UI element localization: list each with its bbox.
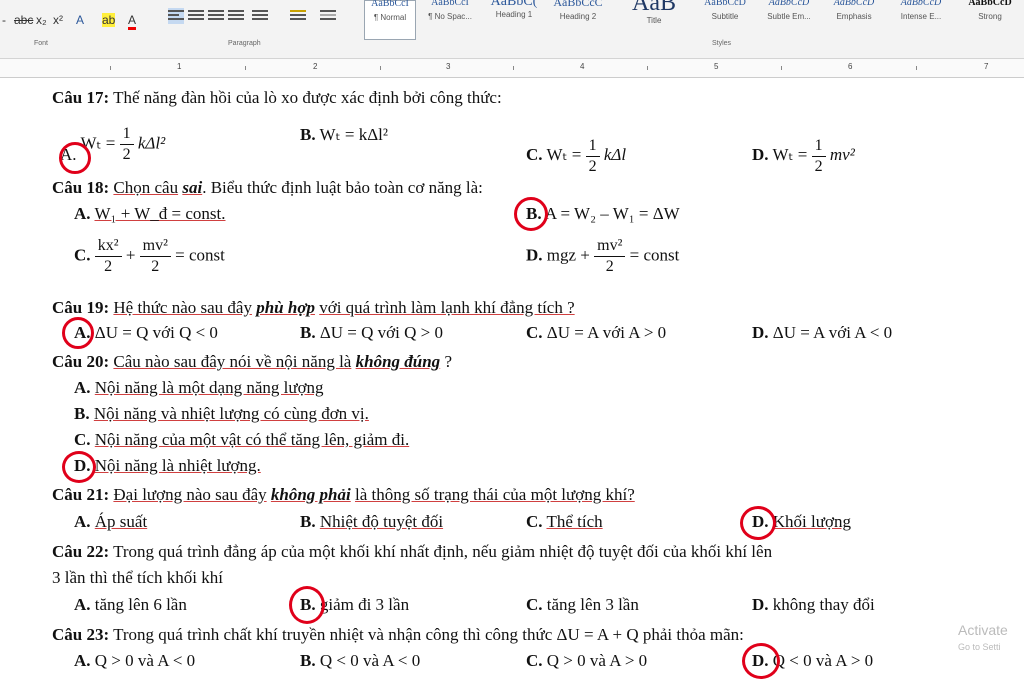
q18-option-b: B. A = W₂ – W₁ = ΔW: [526, 204, 680, 223]
q17-option-c: C. Wₜ = 12 kΔl: [526, 136, 627, 175]
q18-option-d: D. mgz + mv² 2 = const: [526, 237, 680, 275]
align-right-icon[interactable]: [208, 8, 224, 24]
justify-icon[interactable]: [228, 8, 244, 24]
style-normal[interactable]: AaBbCcI ¶ Normal: [364, 0, 416, 40]
style-intense-emphasis[interactable]: AaBbCcD Intense E...: [890, 0, 952, 38]
style-heading-1[interactable]: AaBbC(Heading 1: [484, 0, 544, 38]
question-19: Câu 19: Hệ thức nào sau đây phù hợp với …: [52, 298, 575, 317]
ruler-number: 5: [714, 62, 719, 71]
q23-option-b: B. Q < 0 và A < 0: [300, 651, 421, 670]
q19-option-c: C. ΔU = A với A > 0: [526, 323, 667, 342]
style-heading-2[interactable]: AaBbCcC Heading 2: [548, 0, 608, 38]
superscript-button[interactable]: x²: [53, 13, 63, 27]
ribbon: - abc x₂ x² A ab A AaBbCcI ¶ Normal AaBbC…: [0, 0, 1024, 59]
ruler-tick: [647, 66, 648, 70]
ruler-number: 1: [177, 62, 182, 71]
question-21: Câu 21: Đại lượng nào sau đây không phải…: [52, 485, 635, 504]
q22-option-d: D. không thay đổi: [752, 595, 875, 614]
answer-circle-q23: [742, 643, 780, 679]
paragraph-group-label: Paragraph: [228, 40, 261, 47]
ruler-number: 4: [580, 62, 585, 71]
styles-gallery: AaBbCcI ¶ Normal AaBbCcI ¶ No Spac... AaBb…: [360, 0, 1024, 40]
q17-option-d: D. Wₜ = 12 mv²: [752, 136, 855, 175]
style-subtle-emphasis[interactable]: AaBbCcD Subtle Em...: [756, 0, 822, 38]
style-strong[interactable]: AaBbCcD Strong: [958, 0, 1022, 38]
q20-option-d: D. Nội năng là nhiệt lượng.: [74, 456, 261, 475]
answer-circle-q17: [59, 142, 91, 174]
ruler-tick: [781, 66, 782, 70]
ruler-tick: [916, 66, 917, 70]
q19-option-d: D. ΔU = A với A < 0: [752, 323, 893, 342]
ruler-number: 2: [313, 62, 318, 71]
ruler-number: 6: [848, 62, 853, 71]
styles-group-label: Styles: [712, 40, 732, 47]
q18-option-c: C. kx² 2 + mv² 2 = const: [74, 237, 225, 275]
line-spacing-icon[interactable]: [252, 8, 268, 24]
q18-option-a: A. W₁ + W_đ = const.: [74, 204, 226, 223]
font-color-button[interactable]: A: [128, 13, 137, 30]
answer-circle-q21: [740, 506, 776, 540]
ruler-number: 7: [984, 62, 989, 71]
indent-icon[interactable]: -: [2, 13, 6, 27]
question-22-line-1: Câu 22: Trong quá trình đẳng áp của một …: [52, 542, 773, 561]
align-left-icon[interactable]: [168, 8, 184, 24]
q20-option-a: A. Nội năng là một dạng năng lượng: [74, 378, 324, 397]
shading-icon[interactable]: [290, 8, 306, 24]
ruler-tick: [513, 66, 514, 70]
ruler-tick: [380, 66, 381, 70]
align-center-icon[interactable]: [188, 8, 204, 24]
answer-circle-q19: [62, 317, 94, 349]
style-no-spacing[interactable]: AaBbCcI ¶ No Spac...: [422, 0, 478, 38]
question-22-line-2: 3 lần thì thể tích khối khí: [52, 568, 223, 587]
q20-option-c: C. Nội năng của một vật có thể tăng lên,…: [74, 430, 410, 449]
q22-option-a: A. tăng lên 6 lần: [74, 595, 187, 614]
style-emphasis[interactable]: AaBbCcD Emphasis: [824, 0, 884, 38]
q17-option-b: B. Wₜ = kΔl²: [300, 125, 388, 144]
q21-option-a: A. Áp suất: [74, 512, 148, 531]
text-effects-button[interactable]: A: [76, 13, 84, 27]
question-17: Câu 17: Thế năng đàn hồi của lò xo được …: [52, 88, 502, 107]
style-subtitle[interactable]: AaBbCcD Subtitle: [696, 0, 754, 38]
q20-option-b: B. Nội năng và nhiệt lượng có cùng đơn v…: [74, 404, 369, 423]
strikethrough-button[interactable]: abc: [14, 13, 33, 27]
q19-option-b: B. ΔU = Q với Q > 0: [300, 323, 443, 342]
answer-circle-q22: [289, 586, 325, 624]
borders-icon[interactable]: [320, 8, 336, 24]
q22-option-c: C. tăng lên 3 lần: [526, 595, 639, 614]
activation-watermark-sub: Go to Setti: [958, 642, 1001, 652]
question-23: Câu 23: Trong quá trình chất khí truyền …: [52, 625, 744, 644]
horizontal-ruler[interactable]: 1 2 3 4 5 6 7: [0, 59, 1024, 78]
q21-option-c: C. Thể tích: [526, 512, 603, 531]
q19-option-a: A. ΔU = Q với Q < 0: [74, 323, 218, 342]
question-20: Câu 20: Câu nào sau đây nói về nội năng …: [52, 352, 452, 371]
ruler-number: 3: [446, 62, 451, 71]
style-title[interactable]: AaB Title: [614, 0, 694, 38]
q23-option-a: A. Q > 0 và A < 0: [74, 651, 196, 670]
q23-option-c: C. Q > 0 và A > 0: [526, 651, 648, 670]
q21-option-b: B. Nhiệt độ tuyệt đối: [300, 512, 444, 531]
highlight-button[interactable]: ab: [102, 13, 116, 27]
ribbon-toolbar: - abc x₂ x² A ab A AaBbCcI ¶ Normal AaBbC…: [0, 0, 1024, 40]
question-18: Câu 18: Chọn câu sai. Biểu thức định luậ…: [52, 178, 483, 197]
ruler-tick: [245, 66, 246, 70]
subscript-button[interactable]: x₂: [36, 13, 47, 27]
font-group-label: Font: [34, 40, 49, 47]
activation-watermark: Activate: [958, 622, 1008, 638]
ruler-tick: [110, 66, 111, 70]
answer-circle-q18: [514, 197, 548, 231]
answer-circle-q20: [62, 451, 96, 483]
